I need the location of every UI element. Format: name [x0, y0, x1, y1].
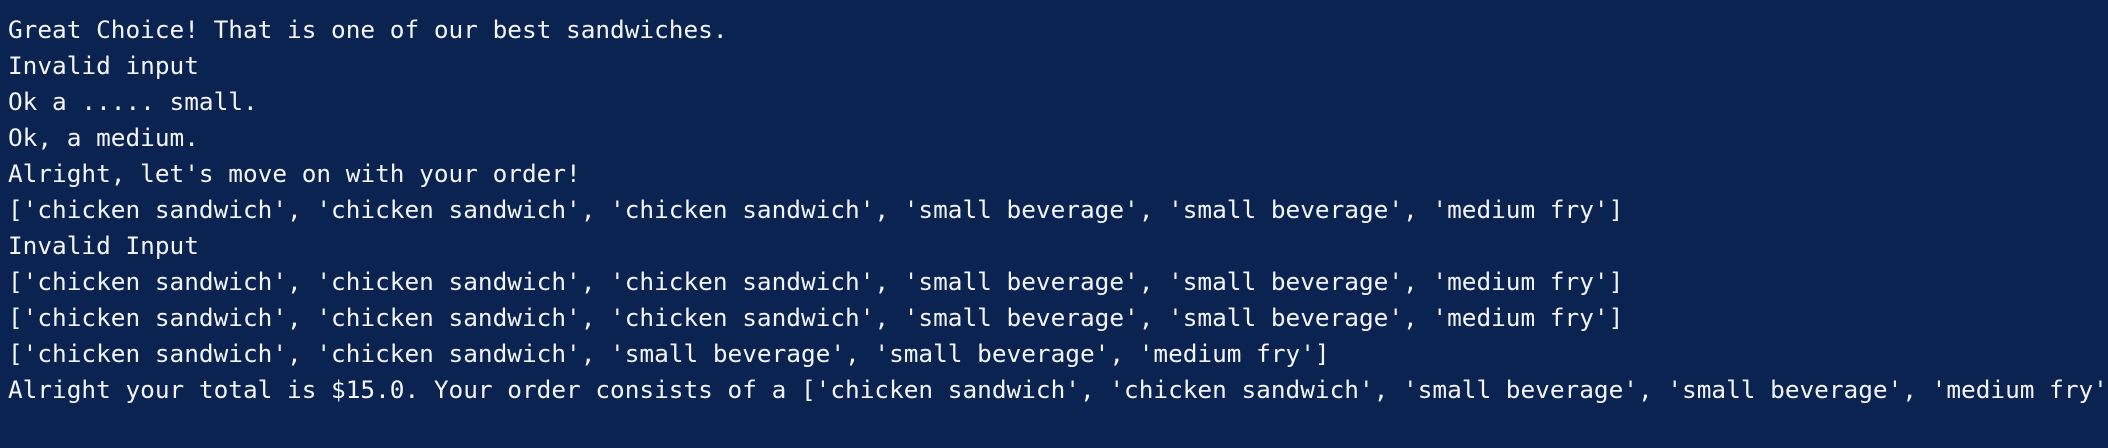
- output-line: ['chicken sandwich', 'chicken sandwich',…: [8, 195, 1624, 224]
- terminal-output[interactable]: Great Choice! That is one of our best sa…: [0, 0, 2108, 448]
- output-line: ['chicken sandwich', 'chicken sandwich',…: [8, 303, 1624, 332]
- output-line: Invalid Input: [8, 231, 199, 260]
- output-line: Ok, a medium.: [8, 123, 199, 152]
- output-line: ['chicken sandwich', 'chicken sandwich',…: [8, 267, 1624, 296]
- output-line: ['chicken sandwich', 'chicken sandwich',…: [8, 339, 1330, 368]
- output-line: Invalid input: [8, 51, 199, 80]
- output-line: Ok a ..... small.: [8, 87, 258, 116]
- output-line: Great Choice! That is one of our best sa…: [8, 15, 728, 44]
- output-line: Alright your total is $15.0. Your order …: [8, 375, 2108, 404]
- output-line: Alright, let's move on with your order!: [8, 159, 581, 188]
